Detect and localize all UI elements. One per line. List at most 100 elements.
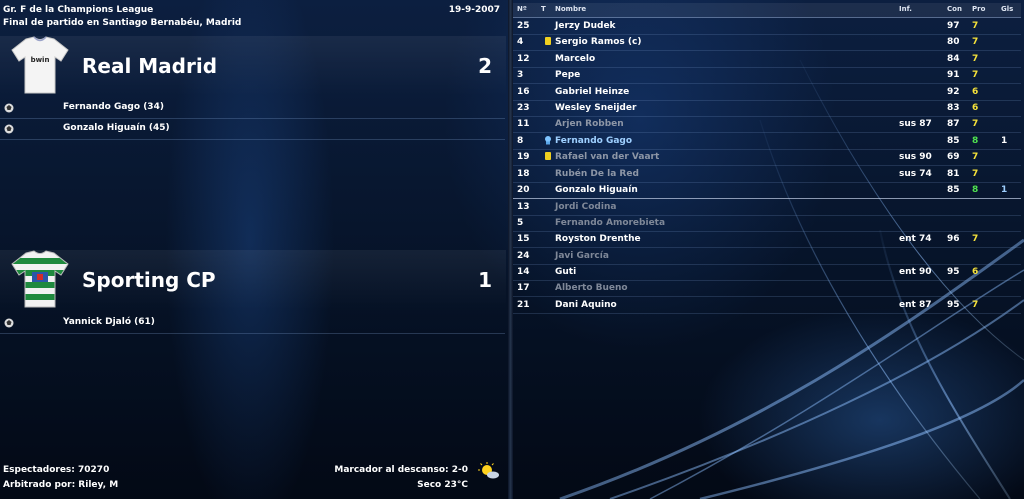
player-info: ent 87 xyxy=(899,299,932,310)
player-number: 15 xyxy=(517,234,530,245)
halftime-score-label: Marcador al descanso: 2-0 xyxy=(334,465,468,475)
table-row[interactable]: 11 Arjen Robben sus 87 87 7 xyxy=(513,116,1021,134)
player-name: Fernando Amorebieta xyxy=(555,217,666,228)
player-condition: 85 xyxy=(947,185,960,195)
player-rating: 7 xyxy=(972,152,979,163)
player-name: Fernando Gago xyxy=(555,135,633,146)
table-row[interactable]: 19 Rafael van der Vaart sus 90 69 7 xyxy=(513,149,1021,167)
header-name[interactable]: Nombre xyxy=(555,5,855,13)
table-row[interactable]: 8 Fernando Gago 85 8 1 xyxy=(513,133,1021,150)
table-row[interactable]: 17 Alberto Bueno xyxy=(513,280,1021,298)
player-name: Sergio Ramos (c) xyxy=(555,37,642,48)
player-info: sus 74 xyxy=(899,168,932,179)
player-name: Marcelo xyxy=(555,53,596,64)
player-rating: 7 xyxy=(972,299,979,310)
table-row[interactable]: 12 Marcelo 84 7 xyxy=(513,51,1021,68)
player-number: 17 xyxy=(517,283,530,294)
spectators-label: Espectadores: 70270 xyxy=(3,465,110,475)
home-goal-row: Gonzalo Higuaín (45) xyxy=(0,119,505,140)
player-rating: 6 xyxy=(972,103,979,113)
player-condition: 81 xyxy=(947,168,960,179)
player-condition: 97 xyxy=(947,21,960,31)
goal-ball-icon xyxy=(4,103,14,113)
table-row[interactable]: 4 Sergio Ramos (c) 80 7 xyxy=(513,34,1021,52)
yellow-card-icon xyxy=(545,152,551,161)
player-number: 12 xyxy=(517,53,530,64)
header-condition[interactable]: Con xyxy=(947,5,967,13)
player-rating: 7 xyxy=(972,234,979,245)
home-team-name[interactable]: Real Madrid xyxy=(82,54,217,78)
header-rating[interactable]: Pro xyxy=(972,5,988,13)
table-row[interactable]: 15 Royston Drenthe ent 74 96 7 xyxy=(513,231,1021,249)
green-hooped-shirt-icon xyxy=(11,250,69,308)
player-number: 4 xyxy=(517,37,524,48)
player-rating: 7 xyxy=(972,70,979,81)
player-number: 16 xyxy=(517,86,530,97)
referee-label: Arbitrado por: Riley, M xyxy=(3,480,119,490)
table-row[interactable]: 21 Dani Aquino ent 87 95 7 xyxy=(513,297,1021,314)
table-row[interactable]: 23 Wesley Sneijder 83 6 xyxy=(513,100,1021,117)
player-name: Rubén De la Red xyxy=(555,168,639,179)
away-team-header[interactable]: Sporting CP 1 xyxy=(0,250,506,310)
player-info: ent 74 xyxy=(899,234,932,245)
player-name: Wesley Sneijder xyxy=(555,103,637,113)
competition-label: Gr. F de la Champions League xyxy=(3,5,154,15)
player-number: 25 xyxy=(517,21,530,31)
table-row[interactable]: 3 Pepe 91 7 xyxy=(513,67,1021,85)
player-condition: 91 xyxy=(947,70,960,81)
player-rating: 8 xyxy=(972,135,979,146)
player-name: Arjen Robben xyxy=(555,119,624,130)
header-info[interactable]: Inf. xyxy=(899,5,943,13)
player-condition: 84 xyxy=(947,53,960,64)
white-shirt-icon: bwin xyxy=(11,36,69,94)
table-row[interactable]: 16 Gabriel Heinze 92 6 xyxy=(513,84,1021,101)
player-name: Alberto Bueno xyxy=(555,283,628,294)
match-summary-panel: Gr. F de la Champions League Final de pa… xyxy=(0,0,506,499)
player-condition: 85 xyxy=(947,135,960,146)
table-row[interactable]: 13 Jordi Codina xyxy=(513,198,1021,217)
lineup-table-header: Nº T Nombre Inf. Con Pro Gls xyxy=(513,3,1021,18)
player-name: Gonzalo Higuaín xyxy=(555,185,638,195)
table-row[interactable]: 14 Guti ent 90 95 6 xyxy=(513,264,1021,281)
player-condition: 92 xyxy=(947,86,960,97)
away-team-name[interactable]: Sporting CP xyxy=(82,268,216,292)
match-status-label: Final de partido en Santiago Bernabéu, M… xyxy=(3,18,242,28)
header-number[interactable]: Nº xyxy=(517,5,541,13)
weather-label: Seco 23°C xyxy=(417,480,468,490)
player-number: 8 xyxy=(517,135,524,146)
player-info: sus 90 xyxy=(899,152,932,163)
table-row[interactable]: 24 Javi García xyxy=(513,248,1021,265)
player-info: ent 90 xyxy=(899,267,932,277)
away-goal-row: Yannick Djaló (61) xyxy=(0,313,505,334)
yellow-card-icon xyxy=(545,37,551,46)
table-row[interactable]: 5 Fernando Amorebieta xyxy=(513,215,1021,232)
header-type[interactable]: T xyxy=(541,5,553,13)
home-goal-row: Fernando Gago (34) xyxy=(0,98,505,119)
shirt-sponsor-text: bwin xyxy=(31,56,50,64)
player-of-match-icon xyxy=(545,135,551,145)
goal-ball-icon xyxy=(4,318,14,328)
match-date: 19-9-2007 xyxy=(448,5,500,15)
player-condition: 80 xyxy=(947,37,960,48)
table-row[interactable]: 20 Gonzalo Higuaín 85 8 1 xyxy=(513,182,1021,199)
player-number: 3 xyxy=(517,70,524,81)
player-rating: 7 xyxy=(972,21,979,31)
player-name: Guti xyxy=(555,267,577,277)
away-team-score: 1 xyxy=(478,268,492,292)
player-rating: 7 xyxy=(972,119,979,130)
table-row[interactable]: 25 Jerzy Dudek 97 7 xyxy=(513,18,1021,35)
sun-cloud-icon xyxy=(478,462,499,479)
player-condition: 69 xyxy=(947,152,960,163)
player-info: sus 87 xyxy=(899,119,932,130)
player-rating: 8 xyxy=(972,185,979,195)
home-team-header[interactable]: bwin Real Madrid 2 xyxy=(0,36,506,96)
player-name: Pepe xyxy=(555,70,581,81)
goal-scorer: Gonzalo Higuaín (45) xyxy=(63,123,170,133)
player-name: Gabriel Heinze xyxy=(555,86,630,97)
table-row[interactable]: 18 Rubén De la Red sus 74 81 7 xyxy=(513,166,1021,183)
player-name: Jordi Codina xyxy=(555,202,617,213)
player-number: 21 xyxy=(517,299,530,310)
goal-scorer: Fernando Gago (34) xyxy=(63,102,164,112)
player-number: 11 xyxy=(517,119,530,130)
header-goals[interactable]: Gls xyxy=(1001,5,1017,13)
